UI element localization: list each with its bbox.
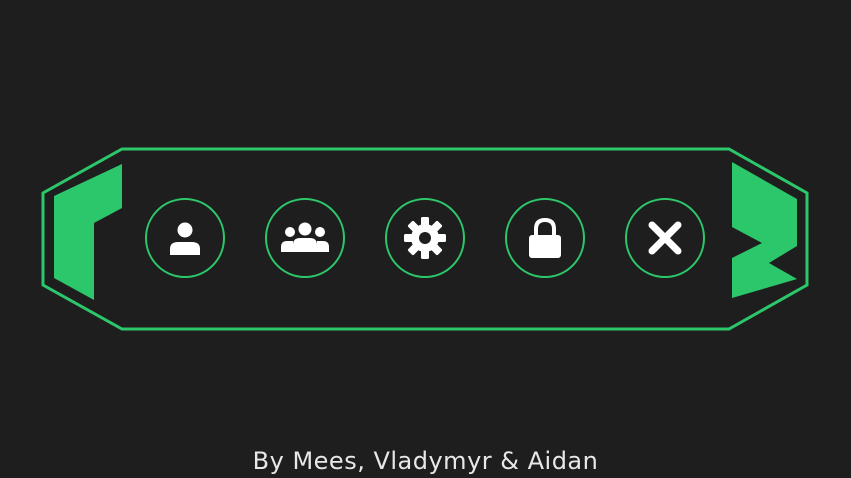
person-icon [170, 222, 200, 255]
group-button[interactable] [265, 198, 345, 278]
credits-text: By Mees, Vladymyr & Aidan [252, 447, 599, 475]
close-button[interactable] [625, 198, 705, 278]
group-icon [281, 222, 329, 252]
close-icon [648, 221, 682, 255]
profile-button[interactable] [145, 198, 225, 278]
settings-button[interactable] [385, 198, 465, 278]
lock-icon [529, 217, 561, 258]
lock-button[interactable] [505, 198, 585, 278]
gear-icon [404, 217, 446, 259]
